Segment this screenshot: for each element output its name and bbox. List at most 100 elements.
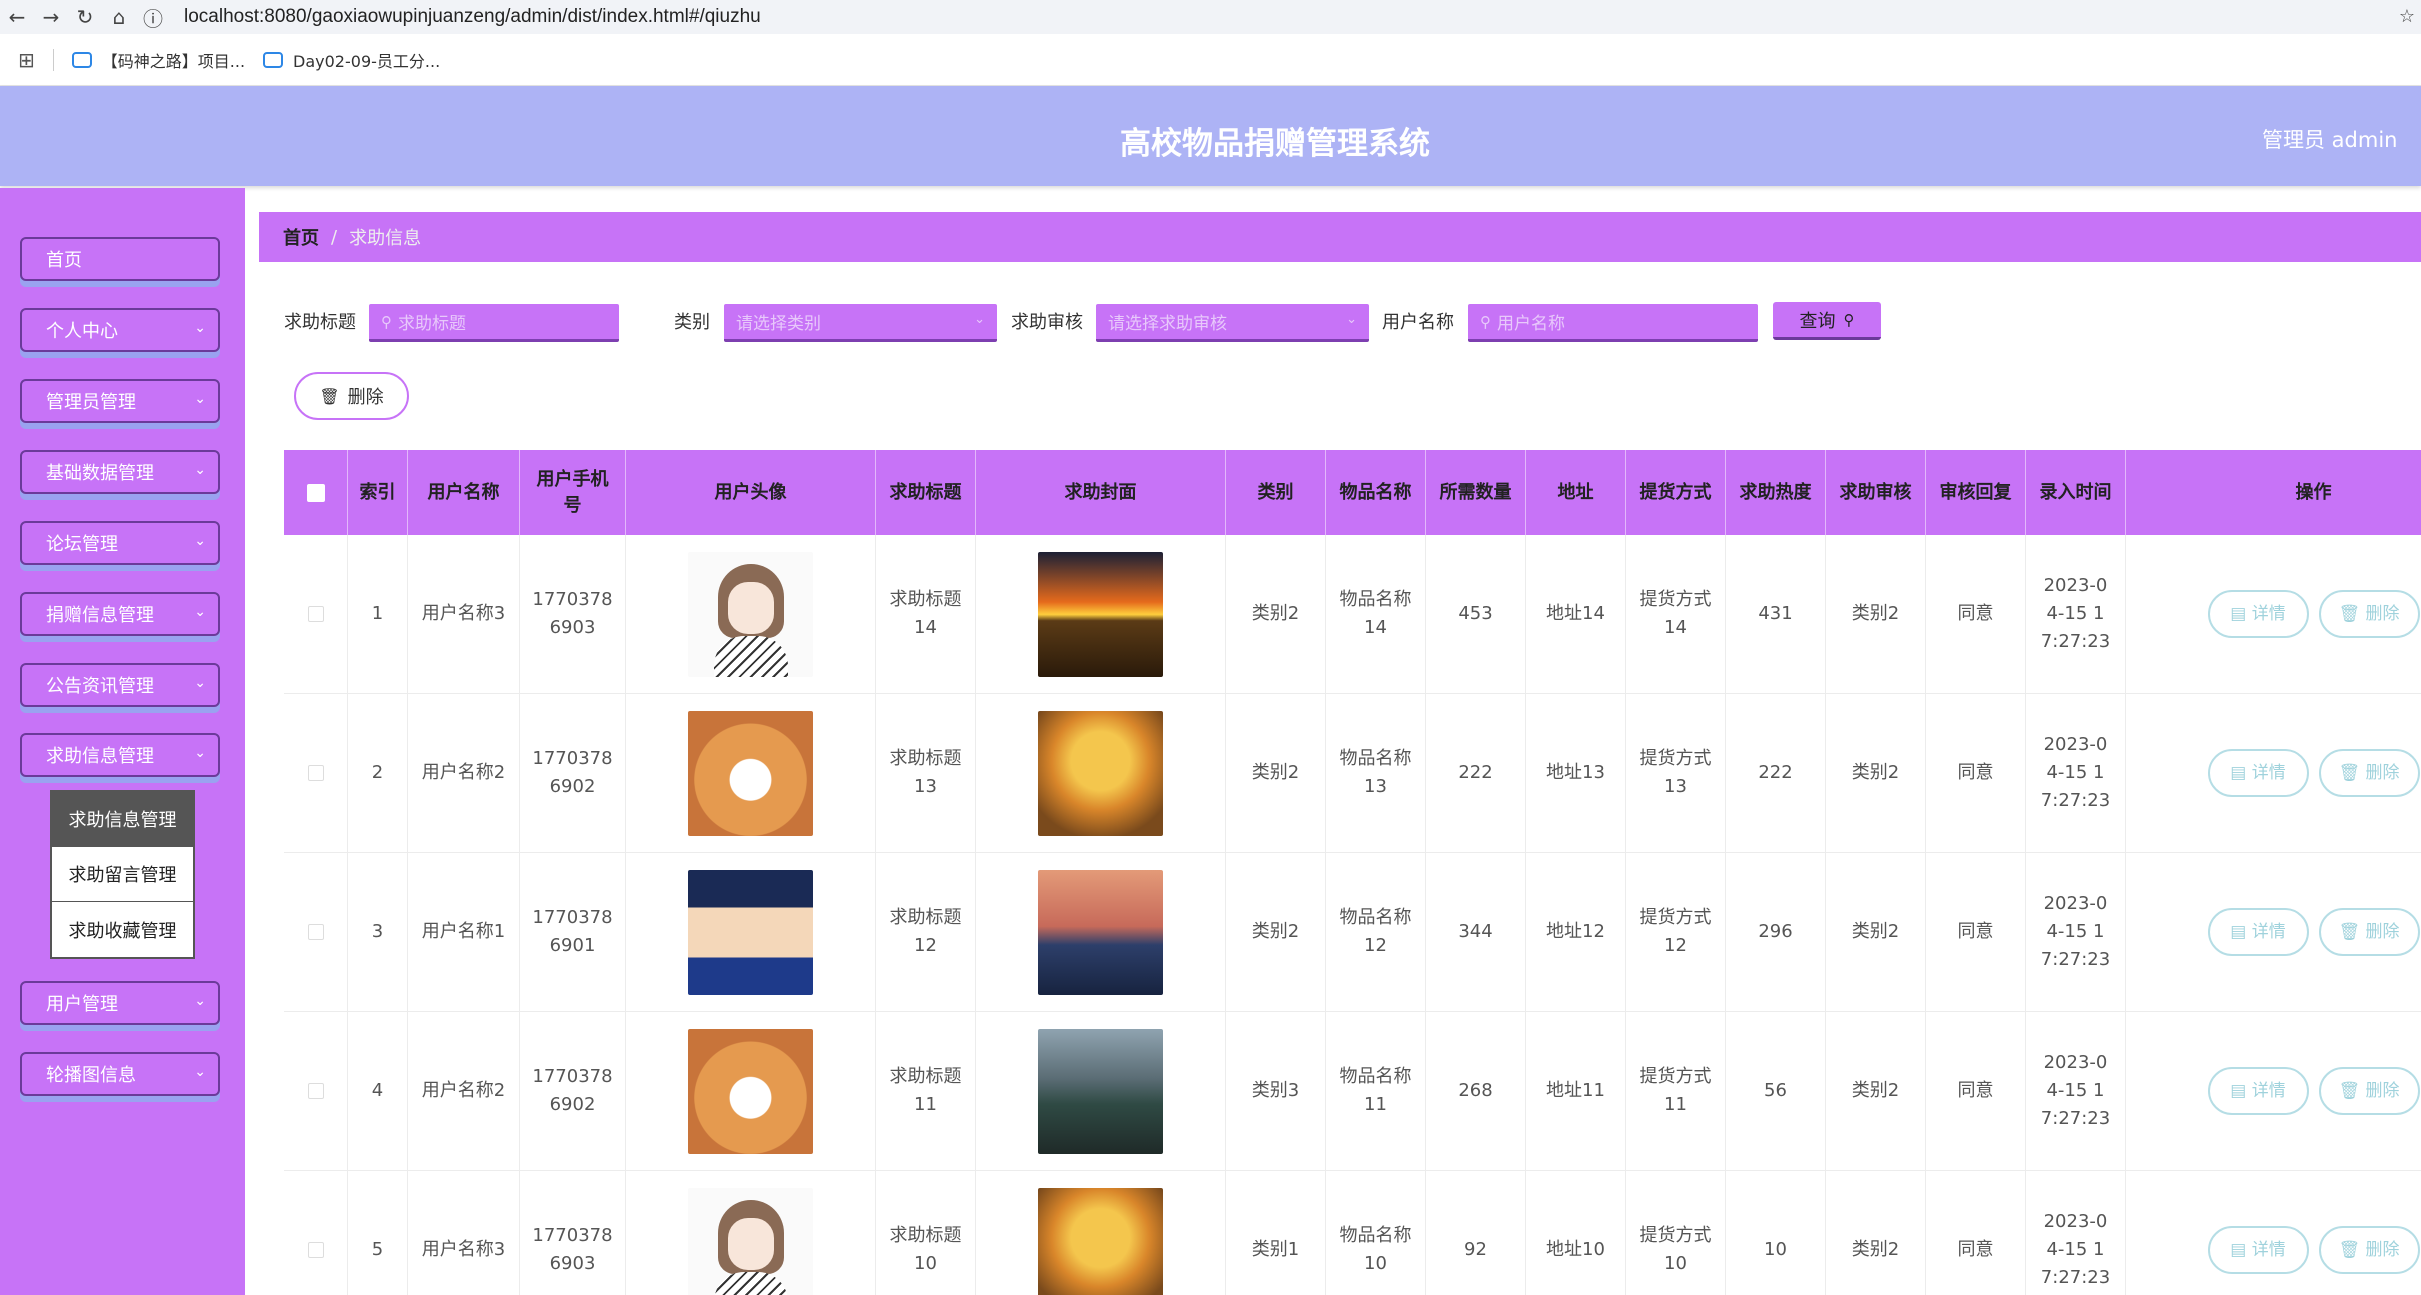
index-cell: 3 (348, 853, 408, 1011)
delete-button[interactable]: 🗑 删除 (2318, 1067, 2420, 1115)
header-cell: 求助封面 (976, 450, 1226, 535)
username-search-input[interactable]: ⚲ 用户名称 (1468, 304, 1758, 342)
delete-button[interactable]: 🗑 删除 (2318, 590, 2420, 638)
avatar[interactable] (688, 1187, 813, 1295)
forward-icon[interactable]: → (34, 5, 68, 29)
sidebar-item-donation[interactable]: 捐赠信息管理 ⌄ (20, 592, 220, 636)
detail-button[interactable]: ▤ 详情 (2207, 590, 2309, 638)
sidebar-item-basic-data[interactable]: 基础数据管理 ⌄ (20, 450, 220, 494)
cover-image[interactable] (1038, 1187, 1163, 1295)
row-select-cell (284, 1012, 348, 1170)
header-cell: 所需数量 (1426, 450, 1526, 535)
batch-delete-button[interactable]: 🗑 删除 (294, 372, 409, 420)
table-row: 1 用户名称3 17703786903 求助标题14 类别2 物品名称14 45… (284, 535, 2421, 694)
avatar[interactable] (688, 1028, 813, 1154)
avatar[interactable] (688, 869, 813, 995)
search-icon: ⚲ (1480, 312, 1491, 331)
sidebar-item-carousel[interactable]: 轮播图信息 ⌄ (20, 1052, 220, 1096)
submenu-item-help-info[interactable]: 求助信息管理 (52, 792, 193, 847)
query-button[interactable]: 查询 ⚲ (1773, 302, 1881, 340)
sidebar-item-admin[interactable]: 管理员管理 ⌄ (20, 379, 220, 423)
apps-grid-icon[interactable]: ⊞ (18, 48, 35, 72)
phone-cell: 17703786902 (520, 694, 626, 852)
trash-icon: 🗑 (2338, 604, 2366, 624)
heat-cell: 56 (1726, 1012, 1826, 1170)
pickup-cell: 提货方式14 (1626, 535, 1726, 693)
pickup-cell: 提货方式12 (1626, 853, 1726, 1011)
select-all-checkbox[interactable] (306, 483, 325, 502)
detail-button[interactable]: ▤ 详情 (2207, 1067, 2309, 1115)
header-cell: 类别 (1226, 450, 1326, 535)
detail-button[interactable]: ▤ 详情 (2207, 908, 2309, 956)
row-checkbox[interactable] (307, 924, 324, 940)
category-cell: 类别3 (1226, 1012, 1326, 1170)
search-form: 求助标题 ⚲ 求助标题 类别 请选择类别 ⌄ 求助审核 请选择求助审核 ⌄ 用户名称 … (284, 300, 2284, 342)
star-icon[interactable]: ☆ (2399, 6, 2415, 27)
item-name-cell: 物品名称11 (1326, 1012, 1426, 1170)
username-cell: 用户名称3 (408, 535, 520, 693)
sidebar-item-home[interactable]: 首页 (20, 237, 220, 281)
detail-button[interactable]: ▤ 详情 (2207, 749, 2309, 797)
bookmark-item[interactable]: 【码神之路】项目... (71, 48, 245, 72)
avatar[interactable] (688, 551, 813, 677)
delete-button[interactable]: 🗑 删除 (2318, 908, 2420, 956)
bookmark-item[interactable]: Day02-09-员工分... (263, 48, 440, 72)
row-checkbox[interactable] (307, 1242, 324, 1258)
item-name-cell: 物品名称13 (1326, 694, 1426, 852)
chevron-down-icon: ⌄ (974, 312, 985, 327)
cover-cell (976, 1171, 1226, 1295)
breadcrumb-home[interactable]: 首页 (283, 224, 319, 250)
admin-user-label[interactable]: 管理员 admin (2262, 124, 2397, 154)
sidebar-item-personal-center[interactable]: 个人中心 ⌄ (20, 308, 220, 352)
bookmarks-bar: ⊞ 【码神之路】项目... Day02-09-员工分... (0, 34, 2421, 86)
actions-cell: ▤ 详情 🗑 删除 (2126, 1171, 2421, 1295)
category-select[interactable]: 请选择类别 ⌄ (724, 304, 997, 342)
category-cell: 类别2 (1226, 535, 1326, 693)
delete-button[interactable]: 🗑 删除 (2318, 749, 2420, 797)
row-checkbox[interactable] (307, 1083, 324, 1099)
review-label: 求助审核 (1011, 312, 1083, 333)
trash-icon: 🗑 (2338, 763, 2366, 783)
row-select-cell (284, 1171, 348, 1295)
heat-cell: 222 (1726, 694, 1826, 852)
detail-button[interactable]: ▤ 详情 (2207, 1226, 2309, 1274)
time-cell: 2023-04-15 17:27:23 (2026, 694, 2126, 852)
index-cell: 2 (348, 694, 408, 852)
header-cell: 求助热度 (1726, 450, 1826, 535)
index-cell: 5 (348, 1171, 408, 1295)
cover-image[interactable] (1038, 551, 1163, 677)
back-icon[interactable]: ← (0, 5, 34, 29)
title-cell: 求助标题13 (876, 694, 976, 852)
title-search-input[interactable]: ⚲ 求助标题 (369, 304, 619, 342)
home-icon[interactable]: ⌂ (102, 5, 136, 29)
avatar-body (714, 1271, 788, 1295)
username-cell: 用户名称1 (408, 853, 520, 1011)
document-icon: ▤ (2230, 922, 2252, 942)
submenu-item-help-comments[interactable]: 求助留言管理 (52, 847, 193, 902)
submenu-item-help-favorites[interactable]: 求助收藏管理 (52, 902, 193, 957)
sidebar-item-news[interactable]: 公告资讯管理 ⌄ (20, 663, 220, 707)
chevron-down-icon: ⌄ (194, 391, 206, 407)
header-cell: 操作 (2295, 481, 2332, 503)
delete-button[interactable]: 🗑 删除 (2318, 1226, 2420, 1274)
sidebar-item-help-request[interactable]: 求助信息管理 ⌄ (20, 733, 220, 777)
sidebar-item-forum[interactable]: 论坛管理 ⌄ (20, 521, 220, 565)
chevron-down-icon: ⌄ (194, 533, 206, 549)
avatar[interactable] (688, 710, 813, 836)
row-checkbox[interactable] (307, 765, 324, 781)
phone-cell: 17703786902 (520, 1012, 626, 1170)
cover-image[interactable] (1038, 1028, 1163, 1154)
cover-image[interactable] (1038, 869, 1163, 995)
sidebar-item-users[interactable]: 用户管理 ⌄ (20, 981, 220, 1025)
row-checkbox[interactable] (307, 606, 324, 622)
phone-cell: 17703786903 (520, 1171, 626, 1295)
reload-icon[interactable]: ↻ (68, 5, 102, 29)
url-field[interactable]: localhost:8080/gaoxiaowupinjuanzeng/admi… (184, 6, 761, 28)
site-info-icon[interactable]: ⓘ (136, 3, 170, 32)
avatar-cell (626, 853, 876, 1011)
breadcrumb-current: 求助信息 (349, 228, 422, 249)
cover-image[interactable] (1038, 710, 1163, 836)
review-cell: 类别2 (1826, 853, 1926, 1011)
review-select[interactable]: 请选择求助审核 ⌄ (1096, 304, 1369, 342)
help-request-submenu: 求助信息管理 求助留言管理 求助收藏管理 (50, 790, 195, 959)
